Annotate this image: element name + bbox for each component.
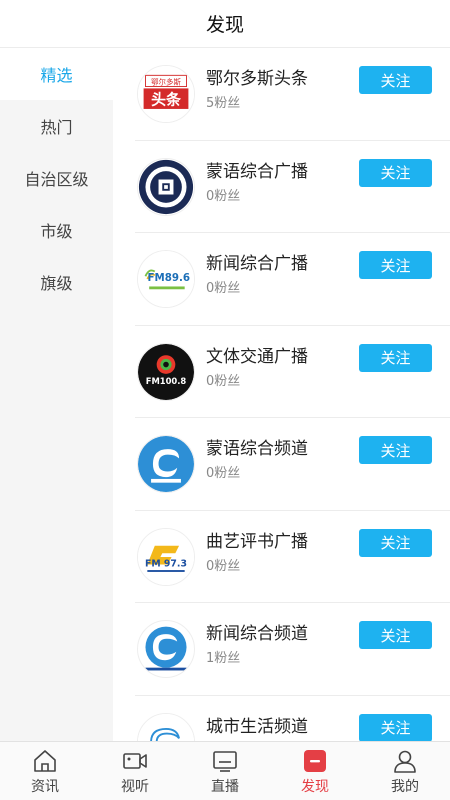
sidebar-item-hot[interactable]: 热门 [0,100,113,152]
follow-button[interactable]: 关注 [359,621,432,649]
follow-button[interactable]: 关注 [359,343,432,372]
sidebar-item-banner[interactable]: 旗级 [0,256,113,308]
follow-button[interactable]: 关注 [359,528,432,557]
bottom-tab-bar: 资讯 视听 直播 发现 我的 [0,741,450,800]
follow-button[interactable]: 关注 [359,66,432,94]
channel-name: 文体交通广播 [206,346,308,367]
mongolian-tv-logo [137,435,195,493]
fan-count: 0粉丝 [206,466,241,481]
channel-name: 鄂尔多斯头条 [206,69,308,89]
home-icon [34,750,56,772]
svg-text:头条: 头条 [151,90,182,108]
svg-text:FM100.8: FM100.8 [146,376,187,386]
mongolian-radio-logo [137,157,195,216]
ordos-headline-logo: 鄂尔多斯 头条 [137,65,195,123]
fm973-logo: FM 97.3 [137,527,195,586]
channel-row[interactable]: 城市生活频道 关注 [135,696,450,741]
tab-live[interactable]: 直播 [180,742,270,800]
tv-icon [213,751,237,772]
channel-name: 曲艺评书广播 [206,531,308,552]
fm1008-logo: FM100.8 [137,342,195,401]
sidebar-item-label: 旗级 [40,274,73,293]
sidebar-item-city[interactable]: 市级 [0,204,113,256]
top-header: 发现 [0,0,450,48]
follow-button[interactable]: 关注 [359,158,432,187]
discover-icon [304,750,326,772]
fan-count: 0粉丝 [206,281,241,296]
sidebar-item-featured[interactable]: 精选 [0,48,113,100]
channel-row[interactable]: FM100.8 文体交通广播 0粉丝 关注 [135,326,450,418]
user-icon [394,750,416,773]
tab-discover[interactable]: 发现 [270,742,360,800]
channel-name: 新闻综合广播 [206,254,308,274]
sidebar-item-label: 热门 [40,118,73,137]
sidebar-item-autonomous-region[interactable]: 自治区级 [0,152,113,204]
follow-button[interactable]: 关注 [359,251,432,279]
sidebar-item-label: 精选 [40,66,73,85]
svg-text:FM 97.3: FM 97.3 [145,558,187,569]
fan-count: 5粉丝 [206,96,241,111]
channel-name: 蒙语综合频道 [206,439,308,459]
tab-label: 直播 [211,779,239,795]
fan-count: 1粉丝 [206,651,241,666]
channel-name: 蒙语综合广播 [206,161,308,182]
svg-text:鄂尔多斯: 鄂尔多斯 [151,77,181,87]
video-camera-icon [123,753,147,769]
channel-row[interactable]: 新闻综合频道 1粉丝 关注 [135,603,450,696]
fm896-logo: FM89.6 [137,250,195,308]
svg-text:FM89.6: FM89.6 [148,272,191,284]
city-life-logo [137,712,195,741]
tab-mine[interactable]: 我的 [360,742,450,800]
tab-label: 我的 [391,779,419,795]
tab-audio-video[interactable]: 视听 [90,742,180,800]
channel-row[interactable]: FM 97.3 曲艺评书广播 0粉丝 关注 [135,511,450,603]
channel-row[interactable]: 蒙语综合广播 0粉丝 关注 [135,141,450,233]
channel-list: 鄂尔多斯 头条 鄂尔多斯头条 5粉丝 关注 蒙语综合广播 0粉丝 关注 FM89… [113,48,450,741]
tab-news[interactable]: 资讯 [0,742,90,800]
channel-row[interactable]: 鄂尔多斯 头条 鄂尔多斯头条 5粉丝 关注 [135,48,450,141]
tab-label: 视听 [121,779,149,795]
fan-count: 0粉丝 [206,188,241,204]
news-tv-logo [137,620,195,678]
follow-button[interactable]: 关注 [359,713,432,741]
follow-button[interactable]: 关注 [359,436,432,464]
tab-label: 发现 [301,779,329,795]
channel-row[interactable]: FM89.6 新闻综合广播 0粉丝 关注 [135,233,450,326]
channel-name: 城市生活频道 [206,716,308,737]
channel-row[interactable]: 蒙语综合频道 0粉丝 关注 [135,418,450,511]
category-sidebar: 精选 热门 自治区级 市级 旗级 [0,48,113,741]
tab-label: 资讯 [31,779,59,795]
sidebar-item-label: 市级 [40,222,73,241]
channel-name: 新闻综合频道 [206,624,308,644]
fan-count: 0粉丝 [206,558,241,574]
fan-count: 0粉丝 [206,373,241,389]
page-title: 发现 [205,14,244,36]
sidebar-item-label: 自治区级 [24,170,89,189]
